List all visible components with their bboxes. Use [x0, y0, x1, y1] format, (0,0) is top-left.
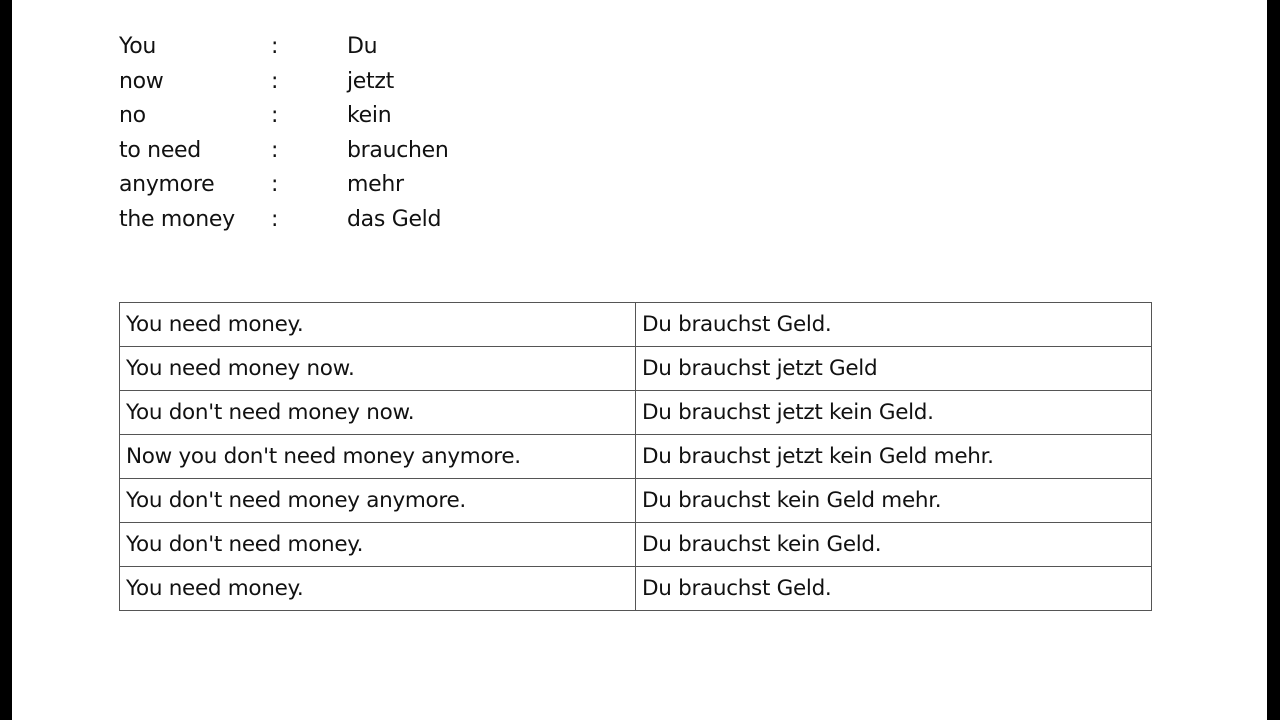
- german-sentence: Du brauchst jetzt Geld: [635, 346, 1152, 391]
- table-row: Now you don't need money anymore. Du bra…: [119, 434, 1152, 479]
- table-row: You don't need money. Du brauchst kein G…: [119, 522, 1152, 567]
- german-sentence: Du brauchst Geld.: [635, 566, 1152, 611]
- vocab-english: anymore: [119, 172, 215, 197]
- vocab-separator: :: [271, 34, 279, 59]
- vocab-english: no: [119, 103, 146, 128]
- vocab-english: to need: [119, 137, 201, 163]
- vocab-english: the money: [119, 206, 235, 232]
- sentence-table: You need money. Du brauchst Geld. You ne…: [119, 302, 1152, 611]
- vocab-separator: :: [271, 172, 279, 197]
- german-sentence: Du brauchst kein Geld mehr.: [635, 478, 1152, 523]
- vocab-separator: :: [271, 103, 279, 128]
- vocab-separator: :: [271, 68, 279, 94]
- english-sentence: You don't need money.: [119, 522, 636, 567]
- german-sentence: Du brauchst jetzt kein Geld mehr.: [635, 434, 1152, 479]
- table-row: You need money. Du brauchst Geld.: [119, 566, 1152, 611]
- vocab-german: das Geld: [347, 206, 442, 232]
- german-sentence: Du brauchst Geld.: [635, 302, 1152, 347]
- english-sentence: You need money.: [119, 302, 636, 347]
- english-sentence: You don't need money now.: [119, 390, 636, 435]
- english-sentence: You don't need money anymore.: [119, 478, 636, 523]
- vocab-german: jetzt: [347, 68, 394, 94]
- table-row: You don't need money anymore. Du brauchs…: [119, 478, 1152, 523]
- vocab-german: mehr: [347, 172, 404, 197]
- vocab-german: brauchen: [347, 137, 449, 163]
- english-sentence: Now you don't need money anymore.: [119, 434, 636, 479]
- english-sentence: You need money.: [119, 566, 636, 611]
- vocab-english: now: [119, 68, 164, 94]
- german-sentence: Du brauchst kein Geld.: [635, 522, 1152, 567]
- document-page: You : Du now : jetzt no : kein to need :…: [12, 0, 1267, 720]
- german-sentence: Du brauchst jetzt kein Geld.: [635, 390, 1152, 435]
- vocab-german: Du: [347, 34, 378, 59]
- vocab-separator: :: [271, 206, 279, 232]
- vocab-english: You: [119, 34, 157, 59]
- english-sentence: You need money now.: [119, 346, 636, 391]
- table-row: You don't need money now. Du brauchst je…: [119, 390, 1152, 435]
- vocab-german: kein: [347, 103, 392, 128]
- table-row: You need money now. Du brauchst jetzt Ge…: [119, 346, 1152, 391]
- table-row: You need money. Du brauchst Geld.: [119, 302, 1152, 347]
- vocab-separator: :: [271, 137, 279, 163]
